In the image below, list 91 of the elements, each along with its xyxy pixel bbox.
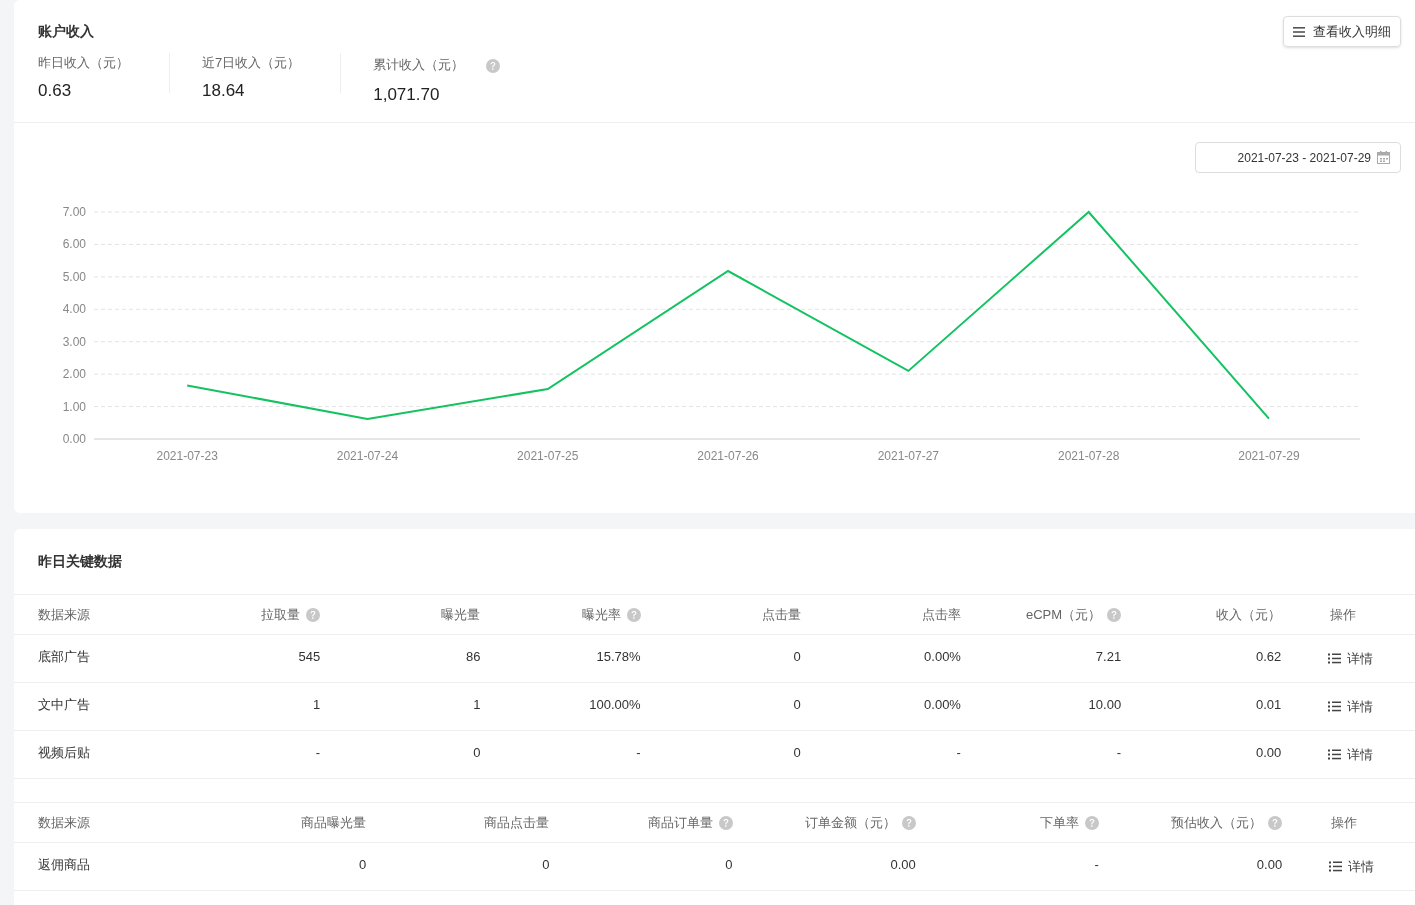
table-cell: 底部广告 — [38, 648, 90, 664]
x-tick-label: 2021-07-24 — [336, 449, 399, 463]
stat-value: 18.64 — [202, 79, 246, 102]
table-cell: - — [636, 744, 641, 760]
y-tick-label: 3.00 — [62, 334, 86, 349]
help-icon[interactable] — [1084, 815, 1099, 830]
y-tick-label: 4.00 — [62, 302, 86, 317]
table-cell: 0.01 — [1256, 696, 1282, 712]
help-icon[interactable] — [486, 58, 501, 73]
x-tick-label: 2021-07-28 — [1057, 449, 1120, 463]
menu-icon — [1293, 26, 1305, 37]
section-title: 昨日关键数据 — [38, 552, 122, 571]
column-header: 下单率 — [1039, 813, 1079, 832]
income-detail-button[interactable]: 查看收入明细 — [1283, 16, 1401, 47]
table-cell: 0.00 — [1256, 856, 1283, 872]
help-icon[interactable] — [901, 815, 916, 830]
x-tick-label: 2021-07-23 — [156, 449, 218, 463]
table-cell: 视频后贴 — [38, 744, 90, 760]
x-tick-label: 2021-07-26 — [697, 449, 759, 463]
table-cell: 0 — [793, 648, 801, 664]
column-header: 商品曝光量 — [301, 813, 367, 832]
column-header: 数据来源 — [38, 605, 90, 624]
column-header: 商品点击量 — [484, 813, 550, 832]
stat-value: 0.63 — [38, 79, 73, 102]
y-tick-label: 2.00 — [62, 367, 86, 382]
stat-label: 昨日收入（元） — [38, 54, 129, 72]
table-cell: 15.78% — [596, 648, 641, 664]
table-cell: 0 — [542, 856, 550, 872]
table-cell: 0 — [473, 744, 481, 760]
help-icon[interactable] — [306, 607, 321, 622]
y-tick-label: 6.00 — [62, 237, 86, 252]
help-icon[interactable] — [626, 607, 641, 622]
table-cell: 0.00% — [924, 648, 961, 664]
table-cell: 545 — [298, 648, 321, 664]
table-cell: 文中广告 — [38, 696, 90, 712]
date-range-picker[interactable]: 2021-07-23 - 2021-07-29 — [1195, 142, 1401, 173]
column-header: 操作 — [1330, 813, 1357, 832]
x-tick-label: 2021-07-25 — [517, 449, 579, 463]
table-cell: 0 — [793, 744, 801, 760]
table-cell: - — [315, 744, 321, 760]
list-icon — [1328, 749, 1342, 760]
list-icon — [1328, 701, 1342, 712]
list-icon — [1328, 653, 1342, 664]
help-icon[interactable] — [1268, 815, 1283, 830]
column-header: 曝光量 — [441, 605, 481, 624]
table-cell: 86 — [465, 648, 481, 664]
y-tick-label: 1.00 — [62, 399, 86, 414]
stat-label: 近7日收入（元） — [202, 54, 301, 72]
table-cell: - — [1116, 744, 1122, 760]
list-icon — [1329, 861, 1343, 872]
help-icon[interactable] — [718, 815, 733, 830]
x-tick-label: 2021-07-29 — [1238, 449, 1300, 463]
column-header: 曝光率 — [581, 605, 621, 624]
y-tick-label: 7.00 — [62, 205, 86, 219]
table-cell: 10.00 — [1088, 696, 1122, 712]
table-cell: 0.00 — [890, 856, 916, 872]
column-header: 预估收入（元） — [1171, 813, 1263, 832]
table-cell: - — [1094, 856, 1099, 872]
table-cell: 0.00% — [924, 696, 961, 712]
x-tick-label: 2021-07-27 — [877, 449, 940, 463]
table-cell: 0 — [358, 856, 367, 872]
table-cell: 100.00% — [589, 696, 641, 712]
y-tick-label: 0.00 — [62, 432, 86, 446]
table-cell: 1 — [312, 696, 321, 712]
table-cell: 0.00 — [1256, 744, 1282, 760]
table-cell: 1 — [473, 696, 481, 712]
column-header: 订单金额（元） — [804, 813, 896, 832]
y-tick-label: 5.00 — [62, 269, 86, 284]
column-header: 数据来源 — [38, 813, 90, 832]
table-cell: 0.62 — [1256, 648, 1282, 664]
column-header: 操作 — [1329, 605, 1356, 624]
column-header: 收入（元） — [1216, 605, 1282, 624]
column-header: 点击率 — [921, 605, 961, 624]
column-header: 点击量 — [761, 605, 801, 624]
detail-link[interactable]: 详情 — [1329, 856, 1375, 877]
column-header: 商品订单量 — [647, 813, 713, 832]
table-cell: 返佣商品 — [38, 856, 90, 872]
stat-label: 累计收入（元） — [373, 56, 465, 75]
column-header: eCPM（元） — [1026, 605, 1102, 624]
table-cell: 7.21 — [1095, 648, 1122, 664]
table-cell: 0 — [793, 696, 801, 712]
detail-link[interactable]: 详情 — [1328, 696, 1374, 717]
calendar-icon — [1377, 151, 1390, 164]
stat-value: 1,071.70 — [373, 84, 441, 106]
detail-link[interactable]: 详情 — [1328, 648, 1374, 669]
help-icon[interactable] — [1107, 607, 1122, 622]
detail-link[interactable]: 详情 — [1328, 744, 1374, 765]
table-cell: - — [956, 744, 961, 760]
column-header: 拉取量 — [261, 605, 301, 624]
table-cell: 0 — [725, 856, 733, 872]
section-title: 账户收入 — [38, 22, 94, 41]
